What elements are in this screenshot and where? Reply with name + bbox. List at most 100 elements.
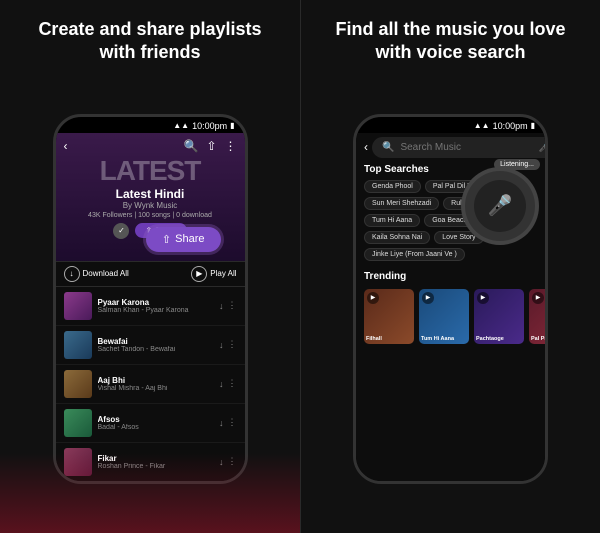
share-label-large: Share [175,233,204,245]
trending-card-label: Pachtaoge [476,336,522,342]
search-input[interactable] [400,142,532,153]
share-icon-large: ⇧ [162,233,171,246]
listening-outer: 🎤 [465,171,535,241]
right-panel: Find all the music you love with voice s… [300,0,600,533]
share-popup-container: ✓ ⇧ Share ⇧ Share [72,223,229,253]
mic-icon[interactable]: 🎤 [538,142,545,153]
right-status-bar: ▲▲ 10:00pm ▮ [356,117,545,133]
song-actions: ↓ ⋮ [219,339,237,350]
search-tag[interactable]: Jinke Liye (From Jaani Ve ) [364,248,465,261]
playlist-stats: 43K Followers | 100 songs | 0 download [64,212,237,219]
song-thumbnail [64,409,92,437]
song-artist: Sachet Tandon - Bewafai [98,346,214,353]
download-song-icon[interactable]: ↓ [219,379,224,389]
left-phone: ▲▲ 10:00pm ▮ ‹ 🔍 ⇧ ⋮ LATEST [53,114,248,484]
playlist-bg-text: LATEST [64,157,237,185]
search-tag[interactable]: Sun Meri Shehzadi [364,197,439,210]
song-title: Afsos [98,415,214,424]
right-phone: ▲▲ 10:00pm ▮ ‹ 🔍 🎤 ◎ Li [353,114,548,484]
song-info: Bewafai Sachet Tandon - Bewafai [98,337,214,353]
download-song-icon[interactable]: ↓ [219,301,224,311]
right-panel-title: Find all the music you love with voice s… [301,0,600,75]
listening-inner: 🎤 [474,180,526,232]
left-status-time: 10:00pm [192,121,227,131]
right-phone-wrapper: ▲▲ 10:00pm ▮ ‹ 🔍 🎤 ◎ Li [343,75,558,533]
search-nav-row: ‹ 🔍 🎤 ◎ [356,133,545,160]
search-tag[interactable]: Tum Hi Aana [364,214,420,227]
song-item[interactable]: Aaj Bhi Vishal Mishra - Aaj Bhi ↓ ⋮ [56,365,245,404]
song-title: Bewafai [98,337,214,346]
song-info: Pyaar Karona Salman Khan - Pyaar Karona [98,298,214,314]
more-song-icon[interactable]: ⋮ [228,417,237,428]
song-actions: ↓ ⋮ [219,417,237,428]
download-all-label: Download All [83,269,129,278]
search-nav-icon[interactable]: 🔍 [183,139,198,153]
more-song-icon[interactable]: ⋮ [228,378,237,389]
song-thumbnail [64,331,92,359]
signal-icon: ▲▲ [173,121,189,130]
song-info: Aaj Bhi Vishal Mishra - Aaj Bhi [98,376,214,392]
song-title: Aaj Bhi [98,376,214,385]
right-screen: ‹ 🔍 🎤 ◎ Listening... 🎤 [356,133,545,481]
song-artist: Salman Khan - Pyaar Karona [98,307,214,314]
song-info: Afsos Badal - Afsos [98,415,214,431]
more-song-icon[interactable]: ⋮ [228,300,237,311]
left-status-bar: ▲▲ 10:00pm ▮ [56,117,245,133]
search-tag[interactable]: Genda Phool [364,180,421,193]
song-thumbnail [64,292,92,320]
song-thumbnail [64,370,92,398]
search-bar-icon: 🔍 [382,142,394,153]
song-item[interactable]: Bewafai Sachet Tandon - Bewafai ↓ ⋮ [56,326,245,365]
search-bar[interactable]: 🔍 🎤 ◎ [372,137,545,158]
more-song-icon[interactable]: ⋮ [228,339,237,350]
action-row: ↓ Download All ▶ Play All [56,261,245,287]
trending-card[interactable]: ▶ Tum Hi Aana [419,289,469,344]
song-title: Pyaar Karona [98,298,214,307]
right-back-button[interactable]: ‹ [364,140,368,154]
song-list: Pyaar Karona Salman Khan - Pyaar Karona … [56,287,245,481]
search-tag[interactable]: Kaila Sohna Nai [364,231,430,244]
song-artist: Vishal Mishra - Aaj Bhi [98,385,214,392]
trending-card[interactable]: ▶ Pal Pal Dil... [529,289,545,344]
nav-row: ‹ 🔍 ⇧ ⋮ [64,137,237,155]
bg-pattern [0,453,300,533]
playlist-info: Latest Hindi By Wynk Music 43K Followers… [64,187,237,219]
download-song-icon[interactable]: ↓ [219,418,224,428]
right-battery-icon: ▮ [531,121,535,130]
trending-row: ▶ Filhall ▶ Tum Hi Aana ▶ Pachtaoge ▶ Pa… [356,285,545,348]
play-all-label: Play All [210,269,236,278]
right-signal-icon: ▲▲ [474,121,490,130]
trending-card-label: Tum Hi Aana [421,336,467,342]
play-icon: ▶ [191,266,207,282]
song-actions: ↓ ⋮ [219,378,237,389]
mic-large-icon: 🎤 [488,193,513,218]
listening-container: Listening... 🎤 [465,171,535,241]
left-panel: Create and share playlists with friends … [0,0,300,533]
right-status-time: 10:00pm [493,121,528,131]
song-item[interactable]: Pyaar Karona Salman Khan - Pyaar Karona … [56,287,245,326]
song-item[interactable]: Afsos Badal - Afsos ↓ ⋮ [56,404,245,443]
play-all-btn[interactable]: ▶ Play All [191,266,236,282]
left-panel-title: Create and share playlists with friends [0,0,300,75]
trending-card[interactable]: ▶ Filhall [364,289,414,344]
battery-icon: ▮ [230,121,234,130]
listening-tag: Listening... [494,159,540,170]
play-overlay: ▶ [367,292,379,304]
song-actions: ↓ ⋮ [219,300,237,311]
download-song-icon[interactable]: ↓ [219,340,224,350]
share-nav-icon[interactable]: ⇧ [206,139,216,153]
playlist-by: By Wynk Music [64,201,237,210]
back-button[interactable]: ‹ [64,139,68,153]
nav-icons-right: 🔍 ⇧ ⋮ [183,139,236,153]
trending-title: Trending [356,267,545,285]
left-screen: ‹ 🔍 ⇧ ⋮ LATEST Latest Hindi By Wynk Musi… [56,133,245,481]
play-overlay: ▶ [532,292,544,304]
download-all-btn[interactable]: ↓ Download All [64,266,129,282]
check-icon: ✓ [113,223,129,239]
trending-card[interactable]: ▶ Pachtaoge [474,289,524,344]
share-btn-large[interactable]: ⇧ Share [146,227,221,252]
trending-card-label: Pal Pal Dil... [531,336,545,342]
song-artist: Badal - Afsos [98,424,214,431]
play-overlay: ▶ [422,292,434,304]
more-nav-icon[interactable]: ⋮ [225,139,237,153]
